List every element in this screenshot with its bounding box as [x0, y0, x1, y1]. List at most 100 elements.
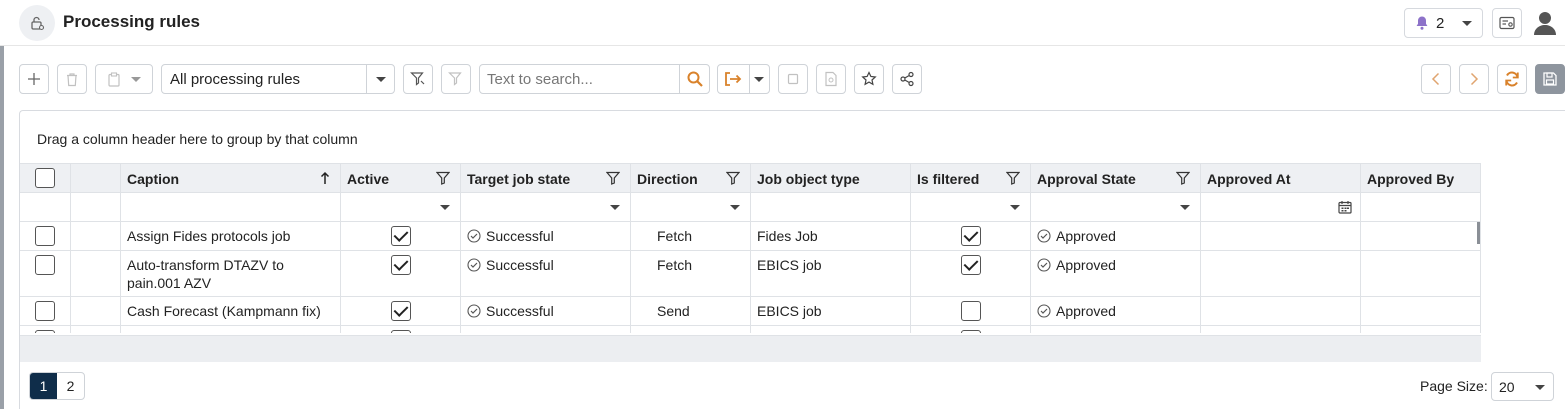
column-header-approved-at[interactable]: Approved At	[1201, 164, 1361, 192]
active-checkbox[interactable]	[391, 301, 411, 321]
row-select-checkbox[interactable]	[35, 330, 55, 333]
divider	[749, 65, 750, 93]
approved-at-cell	[1201, 222, 1361, 250]
search-input[interactable]	[480, 65, 680, 93]
page-button-1[interactable]: 1	[30, 373, 57, 399]
caption-filter-input[interactable]	[121, 193, 341, 221]
notification-count: 2	[1436, 14, 1445, 32]
lock-settings-icon[interactable]	[19, 5, 55, 41]
direction-filter-dropdown[interactable]	[631, 193, 751, 221]
notifications-button[interactable]: 2	[1404, 8, 1483, 38]
calendar-icon[interactable]	[1338, 200, 1352, 214]
page-size-select[interactable]: 20	[1491, 372, 1554, 401]
active-checkbox[interactable]	[391, 330, 411, 333]
share-button[interactable]	[892, 64, 922, 94]
row-select-checkbox[interactable]	[35, 226, 55, 246]
pagination: 1 2	[29, 372, 85, 400]
row-indicator-header	[71, 164, 121, 192]
rule-filter-select[interactable]: All processing rules	[161, 64, 395, 94]
bell-icon	[1416, 16, 1428, 30]
column-label: Target job state	[467, 171, 571, 187]
next-record-button[interactable]	[1459, 64, 1489, 94]
plus-icon	[28, 73, 40, 85]
copy-button[interactable]	[778, 64, 808, 94]
approved-at-filter-input[interactable]	[1201, 193, 1361, 221]
target-job-state-cell	[461, 326, 631, 333]
is-filtered-checkbox[interactable]	[961, 226, 981, 246]
filter-icon[interactable]	[436, 171, 450, 185]
row-select-cell	[20, 326, 71, 333]
user-avatar-icon[interactable]	[1530, 7, 1560, 39]
chevron-down-icon[interactable]	[754, 77, 764, 82]
document-button[interactable]	[816, 64, 846, 94]
target-job-state-filter-dropdown[interactable]	[461, 193, 631, 221]
is-filtered-filter-dropdown[interactable]	[911, 193, 1031, 221]
delete-button[interactable]	[57, 64, 87, 94]
copy-icon	[787, 73, 799, 85]
is-filtered-checkbox[interactable]	[961, 330, 981, 333]
active-filter-dropdown[interactable]	[341, 193, 461, 221]
select-all-checkbox[interactable]	[35, 168, 55, 188]
column-header-approval-state[interactable]: Approval State	[1031, 164, 1201, 192]
column-header-target-job-state[interactable]: Target job state	[461, 164, 631, 192]
row-select-cell	[20, 222, 71, 250]
filter-icon[interactable]	[726, 171, 740, 185]
column-header-job-object-type[interactable]: Job object type	[751, 164, 911, 192]
target-job-state-value: Successful	[486, 303, 554, 319]
chevron-down-icon	[610, 205, 620, 210]
favorite-button[interactable]	[854, 64, 884, 94]
clipboard-menu-button[interactable]	[95, 64, 153, 94]
active-checkbox[interactable]	[391, 255, 411, 275]
chevron-down-icon[interactable]	[366, 65, 394, 93]
caption-line: Auto-transform DTAZV to	[127, 257, 284, 273]
previous-record-button[interactable]	[1421, 64, 1451, 94]
search-field[interactable]	[479, 64, 710, 94]
approval-state-filter-dropdown[interactable]	[1031, 193, 1201, 221]
approved-at-cell	[1201, 251, 1361, 296]
column-header-caption[interactable]: Caption	[121, 164, 341, 192]
caption-cell[interactable]: Auto-transform DTAZV to pain.001 AZV	[121, 251, 341, 296]
target-job-state-cell: Successful	[461, 297, 631, 325]
filter-icon[interactable]	[606, 171, 620, 185]
column-header-direction[interactable]: Direction	[631, 164, 751, 192]
row-indicator	[71, 297, 121, 325]
is-filtered-cell	[911, 251, 1031, 296]
save-button[interactable]	[1535, 64, 1565, 94]
caption-cell[interactable]: Cash Forecast (Kampmann fix)	[121, 297, 341, 325]
approved-by-cell	[1361, 326, 1481, 333]
column-header-active[interactable]: Active	[341, 164, 461, 192]
refresh-button[interactable]	[1497, 64, 1527, 94]
export-menu-button[interactable]	[717, 64, 770, 94]
row-select-checkbox[interactable]	[35, 255, 55, 275]
license-card-button[interactable]	[1492, 8, 1522, 38]
is-filtered-checkbox[interactable]	[961, 255, 981, 275]
job-object-type-cell: Fides Job	[751, 222, 911, 250]
page-button-2[interactable]: 2	[57, 373, 84, 399]
column-header-is-filtered[interactable]: Is filtered	[911, 164, 1031, 192]
approved-by-filter-input[interactable]	[1361, 193, 1481, 221]
table-row[interactable]: Assign Fides protocols job Successful Fe…	[20, 222, 1481, 251]
active-cell	[341, 222, 461, 250]
row-select-checkbox[interactable]	[35, 301, 55, 321]
grid-panel: Drag a column header here to group by th…	[19, 110, 1565, 409]
caption-cell[interactable]: Assign Fides protocols job	[121, 222, 341, 250]
clear-filter-button[interactable]	[441, 64, 471, 94]
filter-button[interactable]	[403, 64, 433, 94]
job-object-type-filter-input[interactable]	[751, 193, 911, 221]
filter-icon[interactable]	[1006, 171, 1020, 185]
table-row[interactable]: Auto-transform DTAZV to pain.001 AZV Suc…	[20, 251, 1481, 297]
filter-icon[interactable]	[1176, 171, 1190, 185]
vertical-scrollbar-thumb[interactable]	[1477, 222, 1480, 244]
add-button[interactable]	[19, 64, 49, 94]
column-header-approved-by[interactable]: Approved By	[1361, 164, 1481, 192]
save-icon	[1543, 72, 1557, 86]
is-filtered-checkbox[interactable]	[961, 301, 981, 321]
active-checkbox[interactable]	[391, 226, 411, 246]
job-object-type-cell: EBICS job	[751, 251, 911, 296]
check-circle-icon	[467, 258, 481, 272]
horizontal-scroll-area[interactable]	[20, 335, 1481, 362]
sort-ascending-icon[interactable]	[320, 171, 330, 185]
table-row[interactable]: Cash Forecast (Kampmann fix) Successful …	[20, 297, 1481, 326]
approved-at-cell	[1201, 297, 1361, 325]
search-button[interactable]	[679, 65, 709, 93]
